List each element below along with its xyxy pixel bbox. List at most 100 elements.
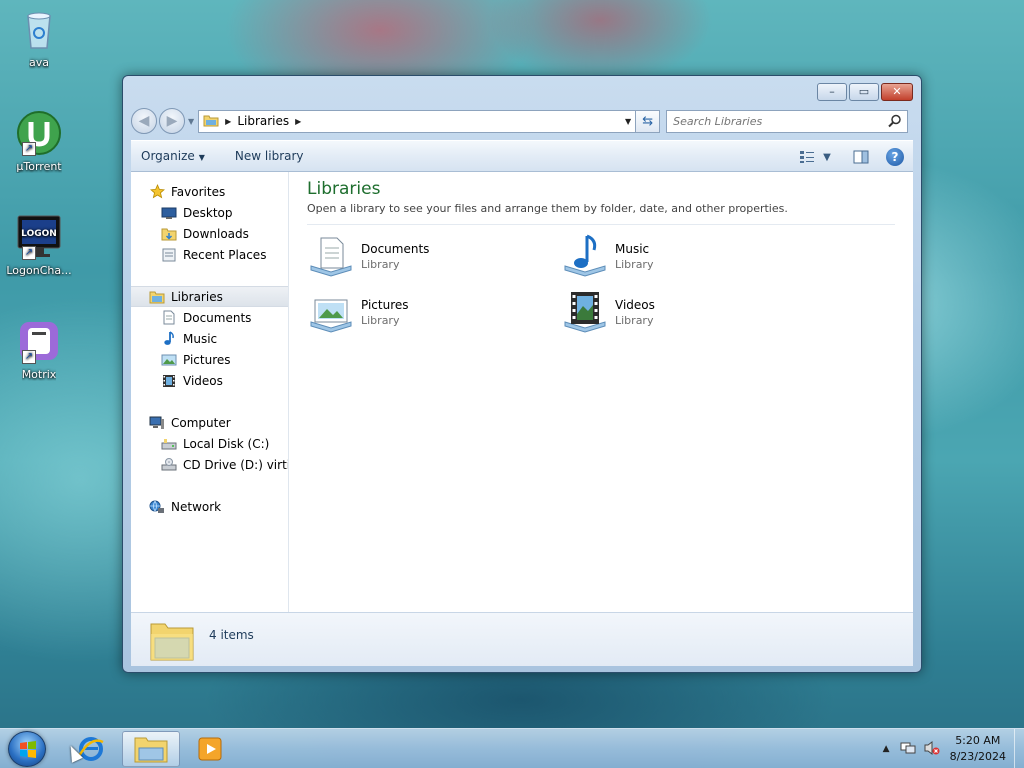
address-dropdown-icon[interactable]: ▼ bbox=[625, 117, 631, 126]
chevron-down-icon: ▼ bbox=[198, 153, 205, 162]
nav-item-label: CD Drive (D:) virtio-w bbox=[183, 457, 288, 472]
desktop-icon bbox=[161, 205, 177, 221]
command-bar: Organize ▼ New library ▼ ? bbox=[131, 140, 913, 172]
library-list: Documents Library Music Library Pictures… bbox=[307, 233, 895, 335]
libraries-folder-large-icon bbox=[150, 623, 194, 660]
library-item-kind: Library bbox=[361, 257, 400, 271]
library-item-kind: Library bbox=[615, 257, 654, 271]
clock-time: 5:20 AM bbox=[955, 734, 1001, 747]
breadcrumb-separator-icon[interactable]: ▶ bbox=[225, 117, 231, 126]
breadcrumb-libraries[interactable]: Libraries bbox=[237, 114, 289, 128]
windows-logo-icon bbox=[20, 741, 36, 758]
nav-item-label: Documents bbox=[183, 310, 252, 325]
library-item-videos[interactable]: Videos Library bbox=[561, 289, 815, 335]
navigation-pane: Favorites Desktop Downloads Recent Place… bbox=[131, 172, 289, 612]
local-disk-icon bbox=[161, 436, 177, 452]
star-icon bbox=[149, 184, 165, 200]
library-pane: Libraries Open a library to see your fil… bbox=[289, 172, 913, 612]
pictures-icon bbox=[161, 352, 177, 368]
network-tray-icon[interactable] bbox=[900, 740, 916, 759]
nav-item-libraries[interactable]: Libraries bbox=[131, 286, 288, 307]
library-item-name: Documents bbox=[361, 241, 430, 256]
library-item-name: Pictures bbox=[361, 297, 409, 312]
library-item-kind: Library bbox=[361, 313, 400, 327]
desktop-icon-motrix[interactable]: ↗ Motrix bbox=[4, 318, 74, 381]
library-item-pictures[interactable]: Pictures Library bbox=[307, 289, 561, 335]
start-button[interactable] bbox=[8, 731, 46, 767]
shortcut-arrow-icon: ↗ bbox=[22, 350, 36, 364]
minimize-button[interactable]: – bbox=[817, 83, 847, 101]
library-item-music[interactable]: Music Library bbox=[561, 233, 815, 279]
shortcut-arrow-icon: ↗ bbox=[22, 246, 36, 260]
forward-button[interactable]: ▶ bbox=[159, 108, 185, 134]
preview-pane-button[interactable] bbox=[851, 147, 871, 167]
computer-icon bbox=[149, 415, 165, 431]
change-view-button[interactable] bbox=[797, 147, 817, 167]
nav-item-recent-places[interactable]: Recent Places bbox=[131, 244, 288, 265]
library-item-documents[interactable]: Documents Library bbox=[307, 233, 561, 279]
taskbar-windows-explorer[interactable] bbox=[122, 731, 180, 767]
nav-item-documents[interactable]: Documents bbox=[131, 307, 288, 328]
videos-icon bbox=[161, 373, 177, 389]
windows-explorer-icon bbox=[134, 737, 168, 763]
system-clock[interactable]: 5:20 AM 8/23/2024 bbox=[950, 733, 1006, 765]
details-pane: 4 items bbox=[131, 612, 913, 666]
desktop-icon-recycle-bin[interactable]: ava bbox=[4, 6, 74, 69]
search-input[interactable] bbox=[673, 114, 874, 128]
organize-menu[interactable]: Organize ▼ bbox=[141, 149, 205, 163]
cd-drive-icon bbox=[161, 457, 177, 473]
recent-pages-dropdown[interactable]: ▼ bbox=[188, 117, 194, 126]
new-library-button[interactable]: New library bbox=[235, 149, 304, 163]
taskbar-media-player[interactable] bbox=[182, 731, 240, 767]
music-library-icon bbox=[564, 234, 606, 277]
desktop-icon-label: ava bbox=[29, 56, 49, 69]
nav-item-pictures[interactable]: Pictures bbox=[131, 349, 288, 370]
library-item-name: Music bbox=[615, 241, 650, 256]
shortcut-arrow-icon: ↗ bbox=[22, 142, 36, 156]
library-item-name: Videos bbox=[615, 297, 655, 312]
content-area: Favorites Desktop Downloads Recent Place… bbox=[131, 172, 913, 612]
close-button[interactable]: ✕ bbox=[881, 83, 913, 101]
maximize-button[interactable]: ▭ bbox=[849, 83, 879, 101]
explorer-window: – ▭ ✕ ◀ ▶ ▼ ▶ Libraries ▶ ▼ ⇆ Organize▼ … bbox=[122, 75, 922, 673]
page-title: Libraries bbox=[307, 179, 381, 199]
logon-badge-text: LOGON bbox=[21, 229, 57, 239]
view-dropdown-icon[interactable]: ▼ bbox=[817, 147, 837, 167]
nav-item-network[interactable]: Network bbox=[131, 496, 288, 517]
search-box[interactable] bbox=[666, 109, 909, 133]
nav-item-label: Local Disk (C:) bbox=[183, 436, 270, 451]
item-count: 4 items bbox=[209, 627, 254, 642]
refresh-button[interactable]: ⇆ bbox=[636, 109, 661, 133]
clock-date: 8/23/2024 bbox=[949, 750, 1006, 763]
address-bar[interactable]: ▶ Libraries ▶ ▼ bbox=[198, 109, 637, 133]
nav-item-favorites[interactable]: Favorites bbox=[131, 181, 288, 202]
recycle-bin-icon bbox=[16, 6, 62, 52]
nav-item-computer[interactable]: Computer bbox=[131, 412, 288, 433]
nav-item-label: Computer bbox=[171, 415, 231, 430]
media-player-icon bbox=[198, 737, 222, 761]
nav-item-downloads[interactable]: Downloads bbox=[131, 223, 288, 244]
network-icon bbox=[149, 499, 165, 515]
nav-item-label: Videos bbox=[183, 373, 223, 388]
desktop-icon-utorrent[interactable]: ↗ µTorrent bbox=[4, 110, 74, 173]
recent-places-icon bbox=[161, 247, 177, 263]
address-row: ◀ ▶ ▼ ▶ Libraries ▶ ▼ ⇆ bbox=[131, 108, 913, 134]
nav-item-label: Network bbox=[171, 499, 222, 514]
desktop-icon-label: LogonCha... bbox=[6, 264, 72, 277]
libraries-folder-icon bbox=[203, 113, 219, 130]
nav-item-cd-drive[interactable]: CD Drive (D:) virtio-w bbox=[131, 454, 288, 475]
nav-item-local-disk[interactable]: Local Disk (C:) bbox=[131, 433, 288, 454]
taskbar: ▲ 5:20 AM 8/23/2024 bbox=[0, 728, 1024, 768]
show-desktop-button[interactable] bbox=[1014, 729, 1024, 768]
nav-item-videos[interactable]: Videos bbox=[131, 370, 288, 391]
back-button[interactable]: ◀ bbox=[131, 108, 157, 134]
nav-item-music[interactable]: Music bbox=[131, 328, 288, 349]
volume-muted-icon[interactable] bbox=[924, 740, 940, 759]
nav-item-label: Recent Places bbox=[183, 247, 267, 262]
show-hidden-icons-button[interactable]: ▲ bbox=[883, 744, 890, 754]
breadcrumb-separator-icon[interactable]: ▶ bbox=[295, 117, 301, 126]
search-icon[interactable] bbox=[888, 114, 902, 128]
help-button[interactable]: ? bbox=[885, 147, 905, 167]
nav-item-desktop[interactable]: Desktop bbox=[131, 202, 288, 223]
desktop-icon-logon-changer[interactable]: LOGON ↗ LogonCha... bbox=[4, 214, 74, 277]
